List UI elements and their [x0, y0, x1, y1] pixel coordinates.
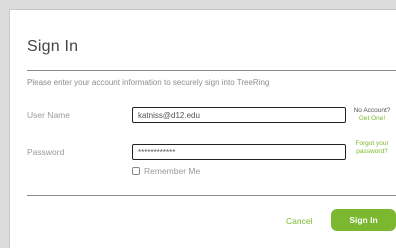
- title-divider: [27, 70, 396, 71]
- password-input[interactable]: [132, 144, 346, 160]
- remember-me-checkbox[interactable]: [132, 167, 140, 175]
- username-input[interactable]: [132, 107, 346, 123]
- actions-divider: [27, 195, 396, 196]
- dialog-title: Sign In: [27, 38, 79, 55]
- instructions-text: Please enter your account information to…: [27, 78, 270, 87]
- remember-me-option[interactable]: Remember Me: [132, 166, 200, 176]
- forgot-password-line2[interactable]: password?: [347, 148, 396, 156]
- forgot-password-link[interactable]: Forgot your password?: [347, 140, 396, 156]
- username-label: User Name: [27, 110, 70, 120]
- no-account-block: No Account? Get One!: [347, 107, 396, 123]
- remember-me-label[interactable]: Remember Me: [144, 166, 200, 176]
- sign-in-dialog: Sign In Please enter your account inform…: [9, 9, 396, 248]
- sign-in-button[interactable]: Sign In: [331, 209, 396, 231]
- cancel-button[interactable]: Cancel: [286, 216, 312, 226]
- password-label: Password: [27, 147, 65, 157]
- get-one-link[interactable]: Get One!: [347, 115, 396, 123]
- no-account-text: No Account?: [353, 107, 391, 114]
- forgot-password-line1[interactable]: Forgot your: [347, 140, 396, 148]
